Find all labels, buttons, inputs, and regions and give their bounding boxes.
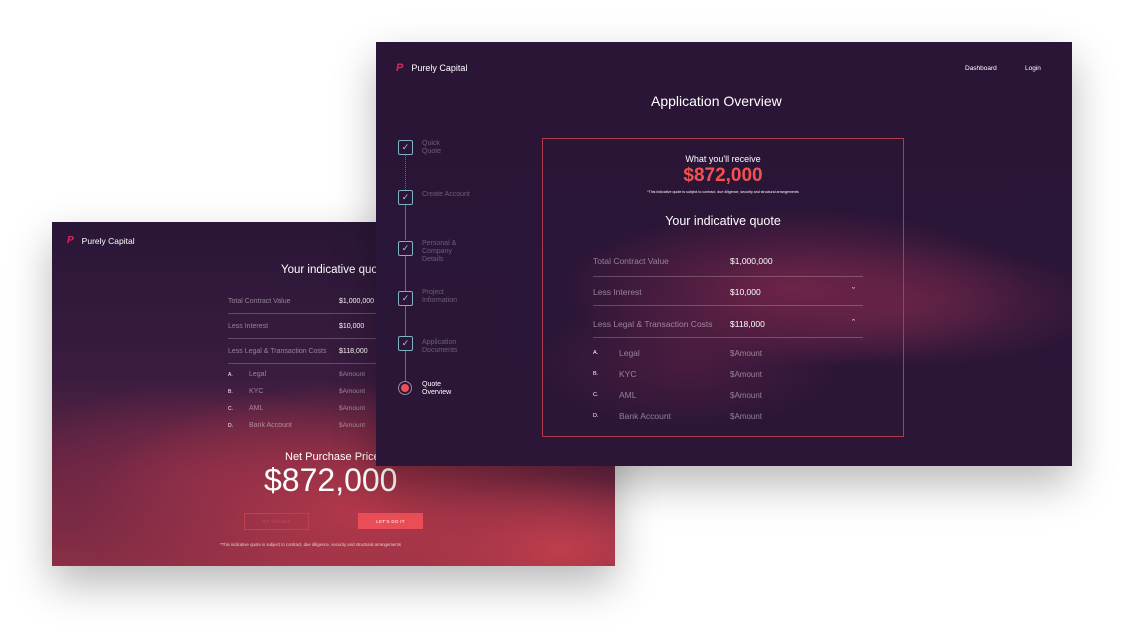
breakdown-value: $Amount: [730, 349, 763, 358]
breakdown-letter: D.: [593, 413, 599, 419]
nav-login-link[interactable]: Login: [1025, 65, 1041, 72]
breakdown-value: $Amount: [339, 388, 366, 395]
row-value-total: $1,000,000: [730, 256, 773, 266]
page-title: Application Overview: [651, 93, 782, 109]
breakdown-letter: B.: [593, 371, 599, 377]
row-value-interest: $10,000: [339, 323, 365, 330]
step-label-application-documents[interactable]: Application Documents: [422, 339, 457, 355]
check-icon: ✓: [401, 142, 410, 152]
step-label-quote-overview[interactable]: Quote Overview: [422, 381, 451, 397]
step-checkbox-project-information[interactable]: ✓: [398, 291, 413, 306]
breakdown-value: $Amount: [730, 391, 763, 400]
row-divider: [228, 363, 378, 364]
step-label-personal-company[interactable]: Personal & Company Details: [422, 240, 456, 264]
step-label-project-information[interactable]: Project Information: [422, 289, 457, 305]
step-connector: [405, 205, 406, 240]
check-icon: ✓: [401, 192, 410, 202]
breakdown-label: AML: [619, 390, 637, 400]
row-value-interest: $10,000: [730, 287, 761, 297]
step-current-indicator[interactable]: [398, 381, 412, 395]
quote-card: What you'll receive $872,000 *This indic…: [542, 138, 904, 437]
breakdown-letter: C.: [228, 406, 233, 412]
step-connector: [405, 155, 407, 190]
breakdown-label: Legal: [249, 371, 267, 378]
check-icon: ✓: [401, 293, 410, 303]
step-connector: [405, 306, 406, 336]
front-window: P Purely Capital Dashboard Login Applica…: [376, 42, 1072, 466]
net-purchase-value: $872,000: [264, 462, 398, 498]
row-divider: [593, 305, 863, 306]
step-connector: [405, 351, 406, 381]
row-divider: [228, 313, 378, 314]
disclaimer-text: *This indicative quote is subject to con…: [220, 542, 402, 547]
breakdown-label: AML: [249, 405, 264, 412]
row-label-total: Total Contract Value: [228, 298, 291, 305]
step-checkbox-create-account[interactable]: ✓: [398, 190, 413, 205]
row-divider: [593, 337, 863, 338]
breakdown-value: $Amount: [339, 405, 366, 412]
receive-label: What you'll receive: [685, 154, 761, 164]
breakdown-label: KYC: [619, 369, 637, 379]
row-label-interest: Less Interest: [593, 287, 642, 297]
breakdown-value: $Amount: [730, 370, 763, 379]
check-icon: ✓: [401, 243, 410, 253]
receive-value: $872,000: [683, 165, 763, 186]
breakdown-value: $Amount: [339, 422, 366, 429]
step-checkbox-quick-quote[interactable]: ✓: [398, 140, 413, 155]
breakdown-label: Legal: [619, 348, 640, 358]
row-value-total: $1,000,000: [339, 298, 375, 305]
breakdown-label: Bank Account: [249, 422, 292, 429]
row-value-legal: $118,000: [730, 319, 765, 329]
brand-name: Purely Capital: [81, 235, 135, 246]
disclaimer-text: *This indicative quote is subject to con…: [647, 190, 799, 194]
quote-title: Your indicative quote: [281, 264, 388, 276]
brand-logo[interactable]: P Purely Capital: [67, 235, 135, 246]
breakdown-letter: A.: [228, 372, 233, 378]
breakdown-value: $Amount: [339, 371, 366, 378]
breakdown-letter: B.: [228, 389, 233, 395]
breakdown-letter: D.: [228, 423, 233, 429]
breakdown-letter: A.: [593, 350, 599, 356]
logo-mark-icon: P: [396, 62, 404, 74]
brand-logo[interactable]: P Purely Capital: [396, 62, 467, 74]
row-divider: [228, 338, 378, 339]
breakdown-label: Bank Account: [619, 411, 671, 421]
row-divider: [593, 276, 863, 277]
quote-title: Your indicative quote: [665, 214, 781, 228]
chevron-down-icon[interactable]: ˇ: [852, 286, 855, 296]
chevron-up-icon[interactable]: ˆ: [852, 318, 855, 328]
step-checkbox-application-documents[interactable]: ✓: [398, 336, 413, 351]
step-label-quick-quote[interactable]: Quick Quote: [422, 140, 441, 156]
breakdown-label: KYC: [249, 388, 264, 395]
step-connector: [405, 256, 406, 291]
logo-mark-icon: P: [67, 235, 74, 246]
row-label-interest: Less Interest: [228, 323, 269, 330]
brand-name: Purely Capital: [411, 63, 468, 73]
step-checkbox-personal-company[interactable]: ✓: [398, 241, 413, 256]
no-thanks-button[interactable]: NO THANKS: [244, 513, 309, 530]
breakdown-value: $Amount: [730, 412, 763, 421]
row-value-legal: $118,000: [339, 348, 368, 355]
step-label-create-account[interactable]: Create Account: [422, 191, 470, 199]
check-icon: ✓: [401, 338, 410, 348]
row-label-total: Total Contract Value: [593, 256, 669, 266]
active-dot-icon: [401, 384, 409, 392]
nav-dashboard-link[interactable]: Dashboard: [965, 65, 997, 72]
breakdown-letter: C.: [593, 392, 599, 398]
lets-do-it-button[interactable]: LET'S DO IT: [358, 513, 423, 529]
row-label-legal: Less Legal & Transaction Costs: [593, 319, 713, 329]
row-label-legal: Less Legal & Transaction Costs: [228, 348, 327, 355]
